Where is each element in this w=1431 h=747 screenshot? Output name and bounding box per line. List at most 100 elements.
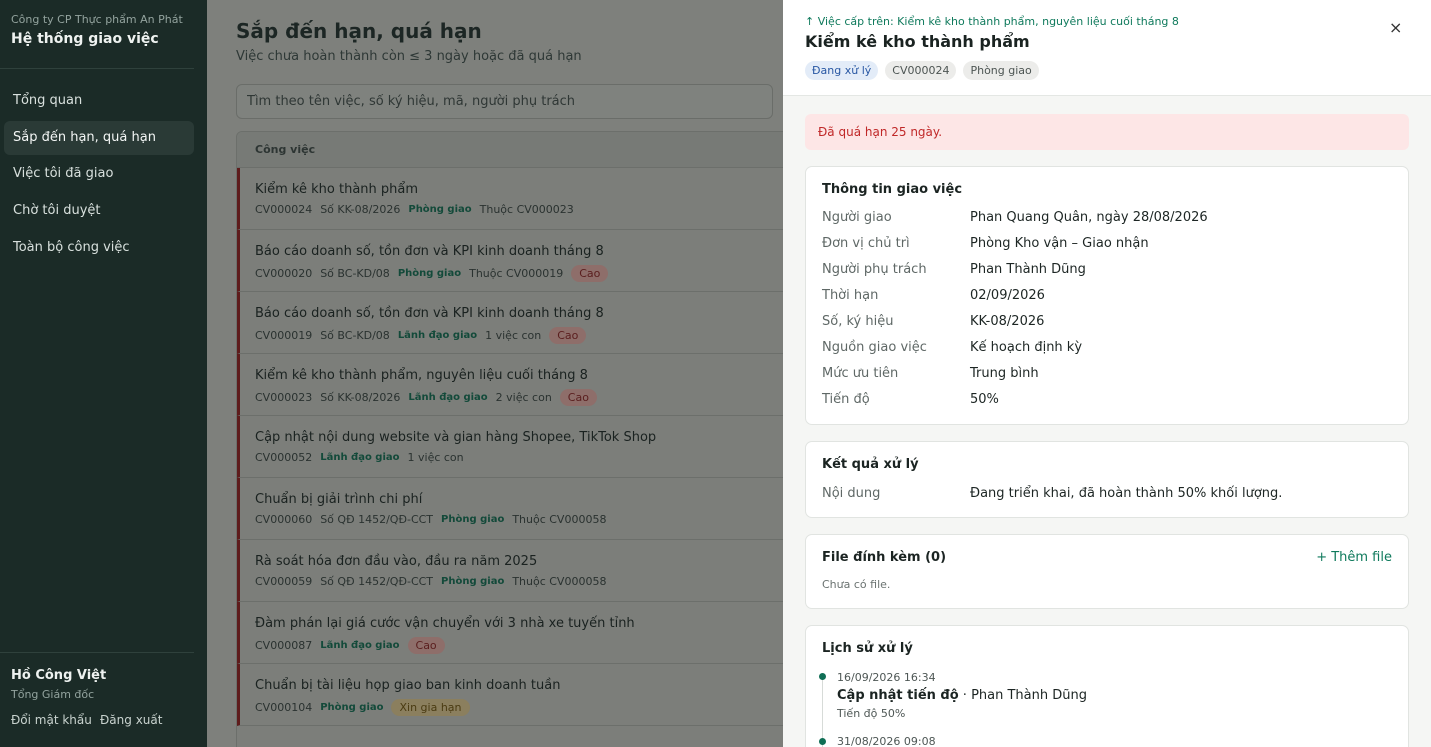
table-row[interactable]: Rà soát hóa đơn đầu vào, đầu ra năm 2025… bbox=[237, 540, 795, 602]
task-relation: 1 việc con bbox=[485, 329, 542, 342]
source-label: Phòng giao bbox=[441, 576, 505, 587]
task-code: CV000019 bbox=[255, 329, 313, 342]
source-badge: Phòng giao bbox=[963, 61, 1039, 80]
task-relation: Thuộc CV000058 bbox=[512, 575, 607, 588]
parent-task-link[interactable]: ↑ Việc cấp trên: Kiểm kê kho thành phẩm,… bbox=[805, 15, 1179, 28]
timeline-dot bbox=[819, 673, 826, 680]
task-relation: Thuộc CV000019 bbox=[469, 267, 564, 280]
task-number: Số BC-KD/08 bbox=[320, 329, 390, 342]
timeline-dot bbox=[819, 738, 826, 745]
history-note: Tiến độ 50% bbox=[837, 707, 906, 720]
user-role: Tổng Giám đốc bbox=[11, 688, 95, 701]
priority-badge: Cao bbox=[559, 389, 597, 406]
task-code: CV000023 bbox=[255, 391, 313, 404]
info-key: Mức ưu tiên bbox=[822, 366, 899, 381]
priority-badge: Cao bbox=[549, 327, 587, 344]
sidebar-divider bbox=[0, 68, 194, 69]
history-time: 16/09/2026 16:34 bbox=[837, 671, 936, 684]
task-code: CV000020 bbox=[255, 267, 313, 280]
task-relation: 1 việc con bbox=[407, 451, 464, 464]
task-title: Chuẩn bị giải trình chi phí bbox=[255, 492, 423, 507]
task-relation: Thuộc CV000023 bbox=[479, 203, 574, 216]
task-meta: CV000023 Số KK-08/2026 Lãnh đạo giao 2 việc… bbox=[255, 389, 597, 406]
task-title: Cập nhật nội dung website và gian hàng S… bbox=[255, 430, 657, 445]
table-row[interactable]: Cập nhật nội dung website và gian hàng S… bbox=[237, 416, 795, 478]
add-file-button[interactable]: + Thêm file bbox=[1316, 550, 1392, 565]
timeline-line bbox=[822, 678, 823, 747]
info-value: 50% bbox=[970, 392, 999, 407]
info-value: KK-08/2026 bbox=[970, 314, 1045, 329]
card-title-result: Kết quả xử lý bbox=[822, 457, 919, 472]
task-code: CV000087 bbox=[255, 639, 313, 652]
close-icon[interactable]: × bbox=[1389, 18, 1402, 37]
column-header-task: Công việc bbox=[237, 132, 795, 168]
change-password-link[interactable]: Đổi mật khẩu bbox=[11, 713, 92, 727]
overdue-alert: Đã quá hạn 25 ngày. bbox=[805, 114, 1409, 150]
table-row[interactable]: Kiểm kê kho thành phẩm, nguyên liệu cuối… bbox=[237, 354, 795, 416]
table-row[interactable]: Báo cáo doanh số, tồn đơn và KPI kinh do… bbox=[237, 230, 795, 292]
status-badge: Đang xử lý bbox=[805, 61, 879, 80]
info-key: Tiến độ bbox=[822, 392, 870, 407]
table-row[interactable]: Chuẩn bị tài liệu họp giao ban kinh doan… bbox=[237, 664, 795, 726]
task-relation: 2 việc con bbox=[495, 391, 552, 404]
sidebar-item-pending-approval[interactable]: Chờ tôi duyệt bbox=[4, 194, 194, 228]
source-label: Lãnh đạo giao bbox=[320, 452, 400, 463]
page-subtitle: Việc chưa hoàn thành còn ≤ 3 ngày hoặc đ… bbox=[236, 49, 582, 64]
task-number: Số QĐ 1452/QĐ-CCT bbox=[320, 513, 434, 526]
info-key: Thời hạn bbox=[822, 288, 879, 303]
main-content: Sắp đến hạn, quá hạn Việc chưa hoàn thàn… bbox=[207, 0, 796, 747]
history-action-label: Cập nhật tiến độ bbox=[837, 688, 959, 703]
task-meta: CV000059 Số QĐ 1452/QĐ-CCT Phòng giao Thuộc… bbox=[255, 575, 606, 588]
sidebar-divider-bottom bbox=[0, 652, 194, 653]
card-title-files: File đính kèm (0) bbox=[822, 550, 947, 565]
info-value: 02/09/2026 bbox=[970, 288, 1045, 303]
result-key: Nội dung bbox=[822, 486, 881, 501]
assignment-info-card: Thông tin giao việc Người giao Phan Quang… bbox=[805, 166, 1409, 425]
search-input[interactable] bbox=[236, 84, 773, 119]
task-code: CV000059 bbox=[255, 575, 313, 588]
source-label: Phòng giao bbox=[397, 268, 462, 279]
sidebar-item-assigned-by-me[interactable]: Việc tôi đã giao bbox=[4, 157, 194, 191]
task-title: Chuẩn bị tài liệu họp giao ban kinh doan… bbox=[255, 678, 561, 693]
system-title: Hệ thống giao việc bbox=[11, 31, 159, 47]
task-title: Đàm phán lại giá cước vận chuyển với 3 n… bbox=[255, 616, 635, 631]
info-key: Số, ký hiệu bbox=[822, 314, 894, 329]
table-row[interactable]: Kiểm kê kho thành phẩm CV000024 Số KK-08/2… bbox=[237, 168, 795, 230]
source-label: Lãnh đạo giao bbox=[397, 330, 478, 341]
task-meta: CV000024 Số KK-08/2026 Phòng giao Thuộc CV0… bbox=[255, 203, 574, 216]
extension-badge: Xin gia hạn bbox=[391, 699, 470, 716]
table-row[interactable]: Chuẩn bị giải trình chi phí CV000060 Số QĐ… bbox=[237, 478, 795, 540]
attachments-card: File đính kèm (0) + Thêm file Chưa có fi… bbox=[805, 534, 1409, 609]
task-detail-drawer: ↑ Việc cấp trên: Kiểm kê kho thành phẩm,… bbox=[783, 0, 1431, 747]
task-code: CV000024 bbox=[255, 203, 313, 216]
task-relation: Thuộc CV000058 bbox=[512, 513, 607, 526]
task-code: CV000060 bbox=[255, 513, 313, 526]
source-label: Phòng giao bbox=[320, 702, 384, 713]
table-row[interactable]: Báo cáo doanh số, tồn đơn và KPI kinh do… bbox=[237, 292, 795, 354]
priority-badge: Cao bbox=[571, 265, 609, 282]
info-key: Người phụ trách bbox=[822, 262, 927, 277]
sidebar-item-overview[interactable]: Tổng quan bbox=[4, 84, 194, 118]
card-title-info: Thông tin giao việc bbox=[822, 182, 963, 197]
logout-link[interactable]: Đăng xuất bbox=[100, 713, 162, 727]
task-number: Số KK-08/2026 bbox=[320, 391, 401, 404]
table-row[interactable]: Đàm phán lại giá cước vận chuyển với 3 n… bbox=[237, 602, 795, 664]
info-value: Phòng Kho vận – Giao nhận bbox=[970, 236, 1149, 251]
task-number: Số BC-KD/08 bbox=[320, 267, 390, 280]
task-code: CV000052 bbox=[255, 451, 313, 464]
info-value: Phan Quang Quân, ngày 28/08/2026 bbox=[970, 210, 1208, 225]
priority-badge: Cao bbox=[407, 637, 445, 654]
sidebar-item-all-tasks[interactable]: Toàn bộ công việc bbox=[4, 231, 194, 265]
sidebar-item-due-overdue[interactable]: Sắp đến hạn, quá hạn bbox=[4, 121, 194, 155]
task-meta: CV000060 Số QĐ 1452/QĐ-CCT Phòng giao Thuộc… bbox=[255, 513, 606, 526]
task-title: Rà soát hóa đơn đầu vào, đầu ra năm 2025 bbox=[255, 554, 538, 569]
task-meta: CV000052 Lãnh đạo giao 1 việc con bbox=[255, 451, 464, 464]
history-action: Cập nhật tiến độ · Phan Thành Dũng bbox=[837, 688, 1087, 703]
task-meta: CV000087 Lãnh đạo giao Cao bbox=[255, 637, 445, 654]
task-number: Số QĐ 1452/QĐ-CCT bbox=[320, 575, 434, 588]
company-name: Công ty CP Thực phẩm An Phát bbox=[11, 13, 183, 26]
task-title: Báo cáo doanh số, tồn đơn và KPI kinh do… bbox=[255, 306, 604, 321]
info-key: Đơn vị chủ trì bbox=[822, 236, 910, 251]
source-label: Lãnh đạo giao bbox=[408, 392, 488, 403]
user-name: Hồ Công Việt bbox=[11, 668, 107, 683]
